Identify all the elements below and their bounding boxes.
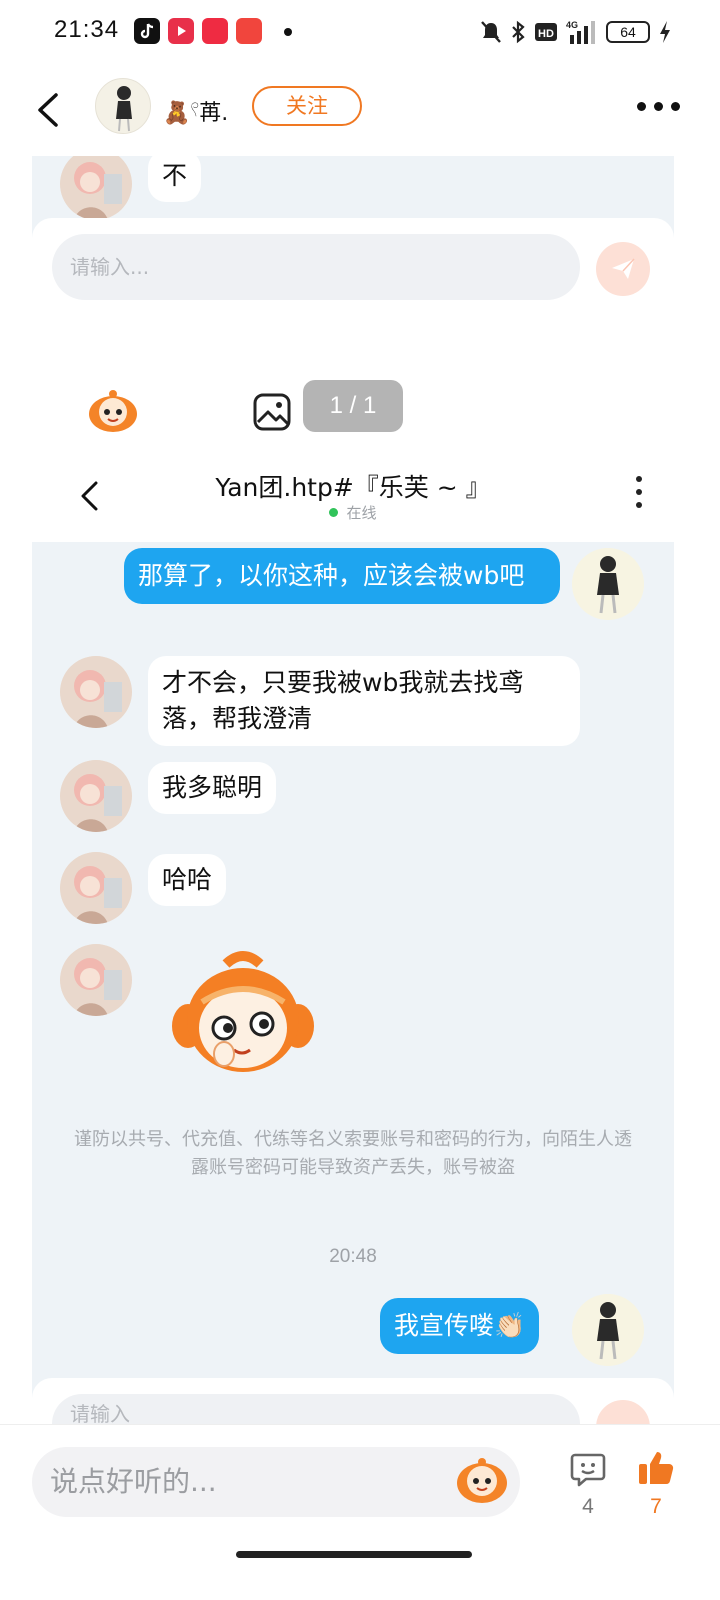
hd-icon: HD (535, 23, 557, 41)
notification-dot-icon (284, 28, 292, 36)
like-thumb-icon[interactable] (637, 1449, 675, 1487)
status-time: 21:34 (54, 16, 120, 43)
like-count: 7 (650, 1495, 662, 1518)
post-header: 🧸𓍢苒. 关注 (0, 64, 720, 154)
online-dot-icon (329, 508, 339, 517)
send-icon[interactable] (596, 1400, 650, 1426)
send-icon[interactable] (596, 242, 650, 296)
message-input[interactable]: 请输入 (52, 1394, 580, 1426)
svg-text:4G: 4G (566, 20, 578, 30)
back-arrow-icon[interactable] (34, 92, 62, 128)
author-name[interactable]: 🧸𓍢苒. (163, 92, 228, 128)
message-bubble-received: 我多聪明 (148, 762, 277, 814)
comment-input[interactable]: 说点好听的... (32, 1447, 520, 1517)
bluetooth-icon (512, 20, 525, 44)
message-input-panel-partial: 请输入 (32, 1378, 674, 1426)
message-bubble-sent: 那算了，以你这种，应该会被wb吧 (124, 548, 560, 604)
more-options-icon[interactable] (637, 102, 680, 111)
comment-count: 4 (582, 1495, 594, 1518)
my-avatar (572, 548, 644, 620)
chat-screenshot: 不 请输入... 1 / 1 Yan团.htp#『乐芙 ~ 』 在线 那算了，以… (32, 156, 674, 1426)
message-input-panel: 请输入... 1 / 1 (32, 218, 674, 432)
bottom-comment-bar: 说点好听的... 4 7 (0, 1424, 720, 1600)
page-indicator: 1 / 1 (303, 380, 403, 432)
friend-avatar (60, 852, 132, 924)
home-indicator[interactable] (236, 1551, 472, 1558)
battery-indicator: 64 (606, 21, 650, 43)
status-bar: 21:34 HD 4G 64 (0, 0, 720, 64)
chat-header: Yan团.htp#『乐芙 ~ 』 在线 (32, 446, 674, 542)
author-avatar[interactable] (95, 78, 151, 134)
svg-text:HD: HD (538, 28, 554, 40)
status-indicators: HD 4G 64 (480, 18, 672, 46)
message-input[interactable]: 请输入... (52, 234, 580, 300)
mute-bell-icon (481, 21, 501, 43)
friend-avatar (60, 760, 132, 832)
xiaohongshu-app-icon (202, 18, 228, 44)
orange-monkey-sticker (172, 951, 314, 1072)
my-avatar (572, 1294, 644, 1366)
message-bubble-received: 哈哈 (148, 854, 227, 906)
friend-avatar (60, 656, 132, 728)
message-timestamp: 20:48 (329, 1246, 377, 1267)
signal-icon: 4G (566, 20, 595, 44)
sticker-emoji-icon[interactable] (86, 388, 140, 434)
image-icon[interactable] (252, 392, 292, 432)
sticker-emoji-icon[interactable] (454, 1455, 510, 1505)
toutiao-app-icon (236, 18, 262, 44)
friend-avatar (60, 156, 132, 220)
chat-more-icon[interactable] (636, 476, 642, 508)
friend-avatar (60, 944, 132, 1016)
charging-icon (660, 21, 670, 43)
message-bubble: 不 (148, 156, 202, 202)
message-bubble-sent: 我宣传喽👏🏻 (380, 1298, 540, 1354)
tiktok-app-icon (134, 18, 160, 44)
security-warning: 谨防以共号、代充值、代练等名义索要账号和密码的行为，向陌生人透露账号密码可能导致… (74, 1129, 632, 1178)
follow-button[interactable]: 关注 (252, 86, 362, 126)
online-status: 在线 (32, 502, 674, 523)
video-app-icon (168, 18, 194, 44)
message-bubble-received: 才不会，只要我被wb我就去找鸢落，帮我澄清 (148, 656, 580, 746)
comment-icon[interactable] (570, 1451, 606, 1487)
chat-title: Yan团.htp#『乐芙 ~ 』 (215, 473, 491, 502)
online-status-label: 在线 (346, 504, 377, 522)
